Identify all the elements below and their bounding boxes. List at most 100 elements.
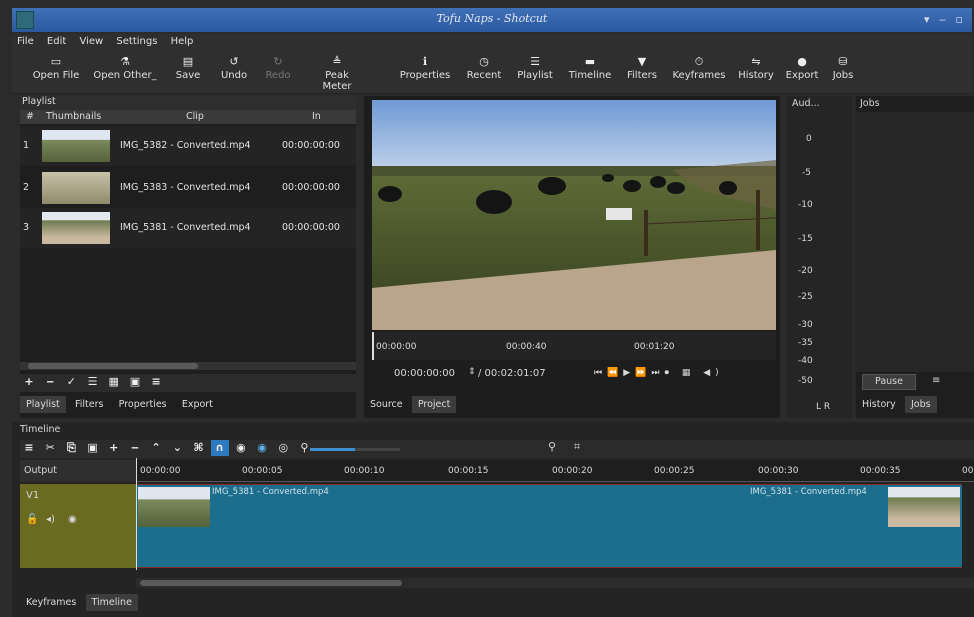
zoom-in-icon[interactable]: ⚲ <box>548 440 556 453</box>
lock-icon[interactable]: 🔓 <box>26 514 38 525</box>
details-view-icon[interactable]: ☰ <box>84 374 102 390</box>
scrub-icon[interactable]: ◉ <box>232 440 250 456</box>
history-button[interactable]: ⇋ History <box>734 54 778 81</box>
stopwatch-icon: ⏱ <box>694 55 704 68</box>
remove-icon[interactable]: ‒ <box>41 374 59 390</box>
col-num[interactable]: # <box>26 111 34 122</box>
playhead[interactable] <box>136 458 137 570</box>
ruler-label: 00:00:40 <box>506 342 547 352</box>
menu-settings[interactable]: Settings <box>111 34 162 49</box>
tab-timeline[interactable]: Timeline <box>85 594 138 611</box>
scrollbar-thumb[interactable] <box>28 363 198 369</box>
filters-button[interactable]: ▼ Filters <box>622 54 662 81</box>
current-time-field[interactable]: 00:00:00:00 <box>394 368 455 379</box>
ruler-label: 00:00:00 <box>140 466 181 476</box>
ruler-label: 00:00:10 <box>344 466 385 476</box>
add-icon[interactable]: + <box>20 374 38 390</box>
tab-project[interactable]: Project <box>411 396 457 413</box>
mute-icon[interactable]: ◂) <box>46 514 55 525</box>
split-icon[interactable]: ⌘ <box>190 440 208 456</box>
table-row[interactable]: 1 IMG_5382 - Converted.mp4 00:00:00:00 <box>20 126 356 166</box>
row-number: 3 <box>23 222 30 233</box>
remove-icon[interactable]: ‒ <box>126 440 144 456</box>
pause-button[interactable]: Pause <box>862 374 916 390</box>
timeline-scrollbar[interactable] <box>136 578 974 588</box>
track-header-v1[interactable]: V1 🔓 ◂) ◉ <box>20 484 136 568</box>
tab-properties[interactable]: Properties <box>113 396 173 413</box>
jobs-title: Jobs <box>860 98 880 109</box>
history-icon: ⇋ <box>751 55 761 68</box>
player-ruler[interactable]: 00:00:00 00:00:40 00:01:20 <box>372 332 776 360</box>
meter-label: -40 <box>798 356 813 366</box>
playlist-button[interactable]: ☰ Playlist <box>512 54 558 81</box>
menu-help[interactable]: Help <box>166 34 199 49</box>
save-button[interactable]: ▤ Save <box>168 54 208 81</box>
playlist-toolbar: + ‒ ✓ ☰ ▦ ▣ ≡ <box>20 374 356 392</box>
cut-icon[interactable]: ✂ <box>41 440 59 456</box>
ruler-label: 00:00:05 <box>242 466 283 476</box>
transport-controls[interactable]: ⏮⏪▶⏩⏭⏺ ▦ ◀) <box>594 368 724 378</box>
clip-thumbnail <box>42 172 110 204</box>
ruler-label: 00:00:20 <box>552 466 593 476</box>
update-icon[interactable]: ✓ <box>62 374 80 390</box>
redo-button[interactable]: ↻ Redo <box>258 54 298 81</box>
zoom-fit-icon[interactable]: ⌗ <box>574 440 580 454</box>
lift-icon[interactable]: ⌃ <box>147 440 165 456</box>
menu-file[interactable]: File <box>12 34 39 49</box>
playlist-scrollbar[interactable] <box>20 362 356 370</box>
tab-source[interactable]: Source <box>364 396 409 413</box>
snap-icon[interactable]: ∩ <box>210 440 229 456</box>
time-spinner-icon[interactable]: ⇕ <box>468 367 476 377</box>
table-row[interactable]: 3 IMG_5381 - Converted.mp4 00:00:00:00 <box>20 208 356 248</box>
ripple-icon[interactable]: ◉ <box>253 440 271 456</box>
table-row[interactable]: 2 IMG_5383 - Converted.mp4 00:00:00:00 <box>20 168 356 208</box>
menu-edit[interactable]: Edit <box>42 34 71 49</box>
menu-icon[interactable]: ≡ <box>147 374 165 390</box>
ripple-all-icon[interactable]: ◎ <box>274 440 292 456</box>
window-controls[interactable]: ▾ ‒ ▫ <box>924 13 966 26</box>
open-other-button[interactable]: ⚗ Open Other_ <box>88 54 162 81</box>
tab-history[interactable]: History <box>856 396 902 413</box>
jobs-button[interactable]: ⛁ Jobs <box>826 54 860 81</box>
properties-button[interactable]: ℹ Properties <box>396 54 454 81</box>
menu-icon[interactable]: ≡ <box>20 440 38 456</box>
list-icon: ☰ <box>530 55 540 68</box>
scrollbar-thumb[interactable] <box>140 580 402 586</box>
tab-playlist[interactable]: Playlist <box>20 396 66 413</box>
recent-button[interactable]: ◷ Recent <box>462 54 506 81</box>
clip-in: 00:00:00:00 <box>282 222 340 233</box>
jobs-menu-icon[interactable]: ≡ <box>932 375 940 386</box>
overwrite-icon[interactable]: ⌄ <box>168 440 186 456</box>
timeline-ruler[interactable]: 00:00:00 00:00:05 00:00:10 00:00:15 00:0… <box>136 460 974 482</box>
jobs-list <box>856 112 974 372</box>
ruler-label: 00:00:35 <box>860 466 901 476</box>
export-button[interactable]: ● Export <box>782 54 822 81</box>
jobs-icon: ⛁ <box>838 55 848 68</box>
tab-export[interactable]: Export <box>176 396 219 413</box>
timeline-button[interactable]: ▬ Timeline <box>564 54 616 81</box>
playhead[interactable] <box>372 332 374 360</box>
open-file-button[interactable]: ▭ Open File <box>30 54 82 81</box>
peak-meter-button[interactable]: ≜ Peak Meter <box>310 54 364 92</box>
menu-view[interactable]: View <box>74 34 108 49</box>
undo-button[interactable]: ↺ Undo <box>214 54 254 81</box>
ruler-label: 00:00:00 <box>376 342 417 352</box>
tab-keyframes[interactable]: Keyframes <box>20 594 82 611</box>
meter-label: 0 <box>806 134 812 144</box>
icons-view-icon[interactable]: ▣ <box>126 374 144 390</box>
col-clip[interactable]: Clip <box>186 111 204 122</box>
tiles-view-icon[interactable]: ▦ <box>105 374 123 390</box>
save-icon: ▤ <box>182 55 194 68</box>
eye-icon[interactable]: ◉ <box>68 514 77 525</box>
paste-icon[interactable]: ▣ <box>84 440 102 456</box>
col-in[interactable]: In <box>312 111 321 122</box>
append-icon[interactable]: + <box>105 440 123 456</box>
tab-jobs[interactable]: Jobs <box>905 396 937 413</box>
copy-icon[interactable]: ⎘ <box>62 440 80 456</box>
clip-thumbnail <box>888 487 960 527</box>
col-thumbnails[interactable]: Thumbnails <box>46 111 101 122</box>
keyframes-button[interactable]: ⏱ Keyframes <box>668 54 730 81</box>
jobs-tabs: History Jobs <box>856 396 974 416</box>
tab-filters[interactable]: Filters <box>69 396 109 413</box>
timeline-clip[interactable]: IMG_5381 - Converted.mp4 IMG_5381 - Conv… <box>136 484 962 568</box>
